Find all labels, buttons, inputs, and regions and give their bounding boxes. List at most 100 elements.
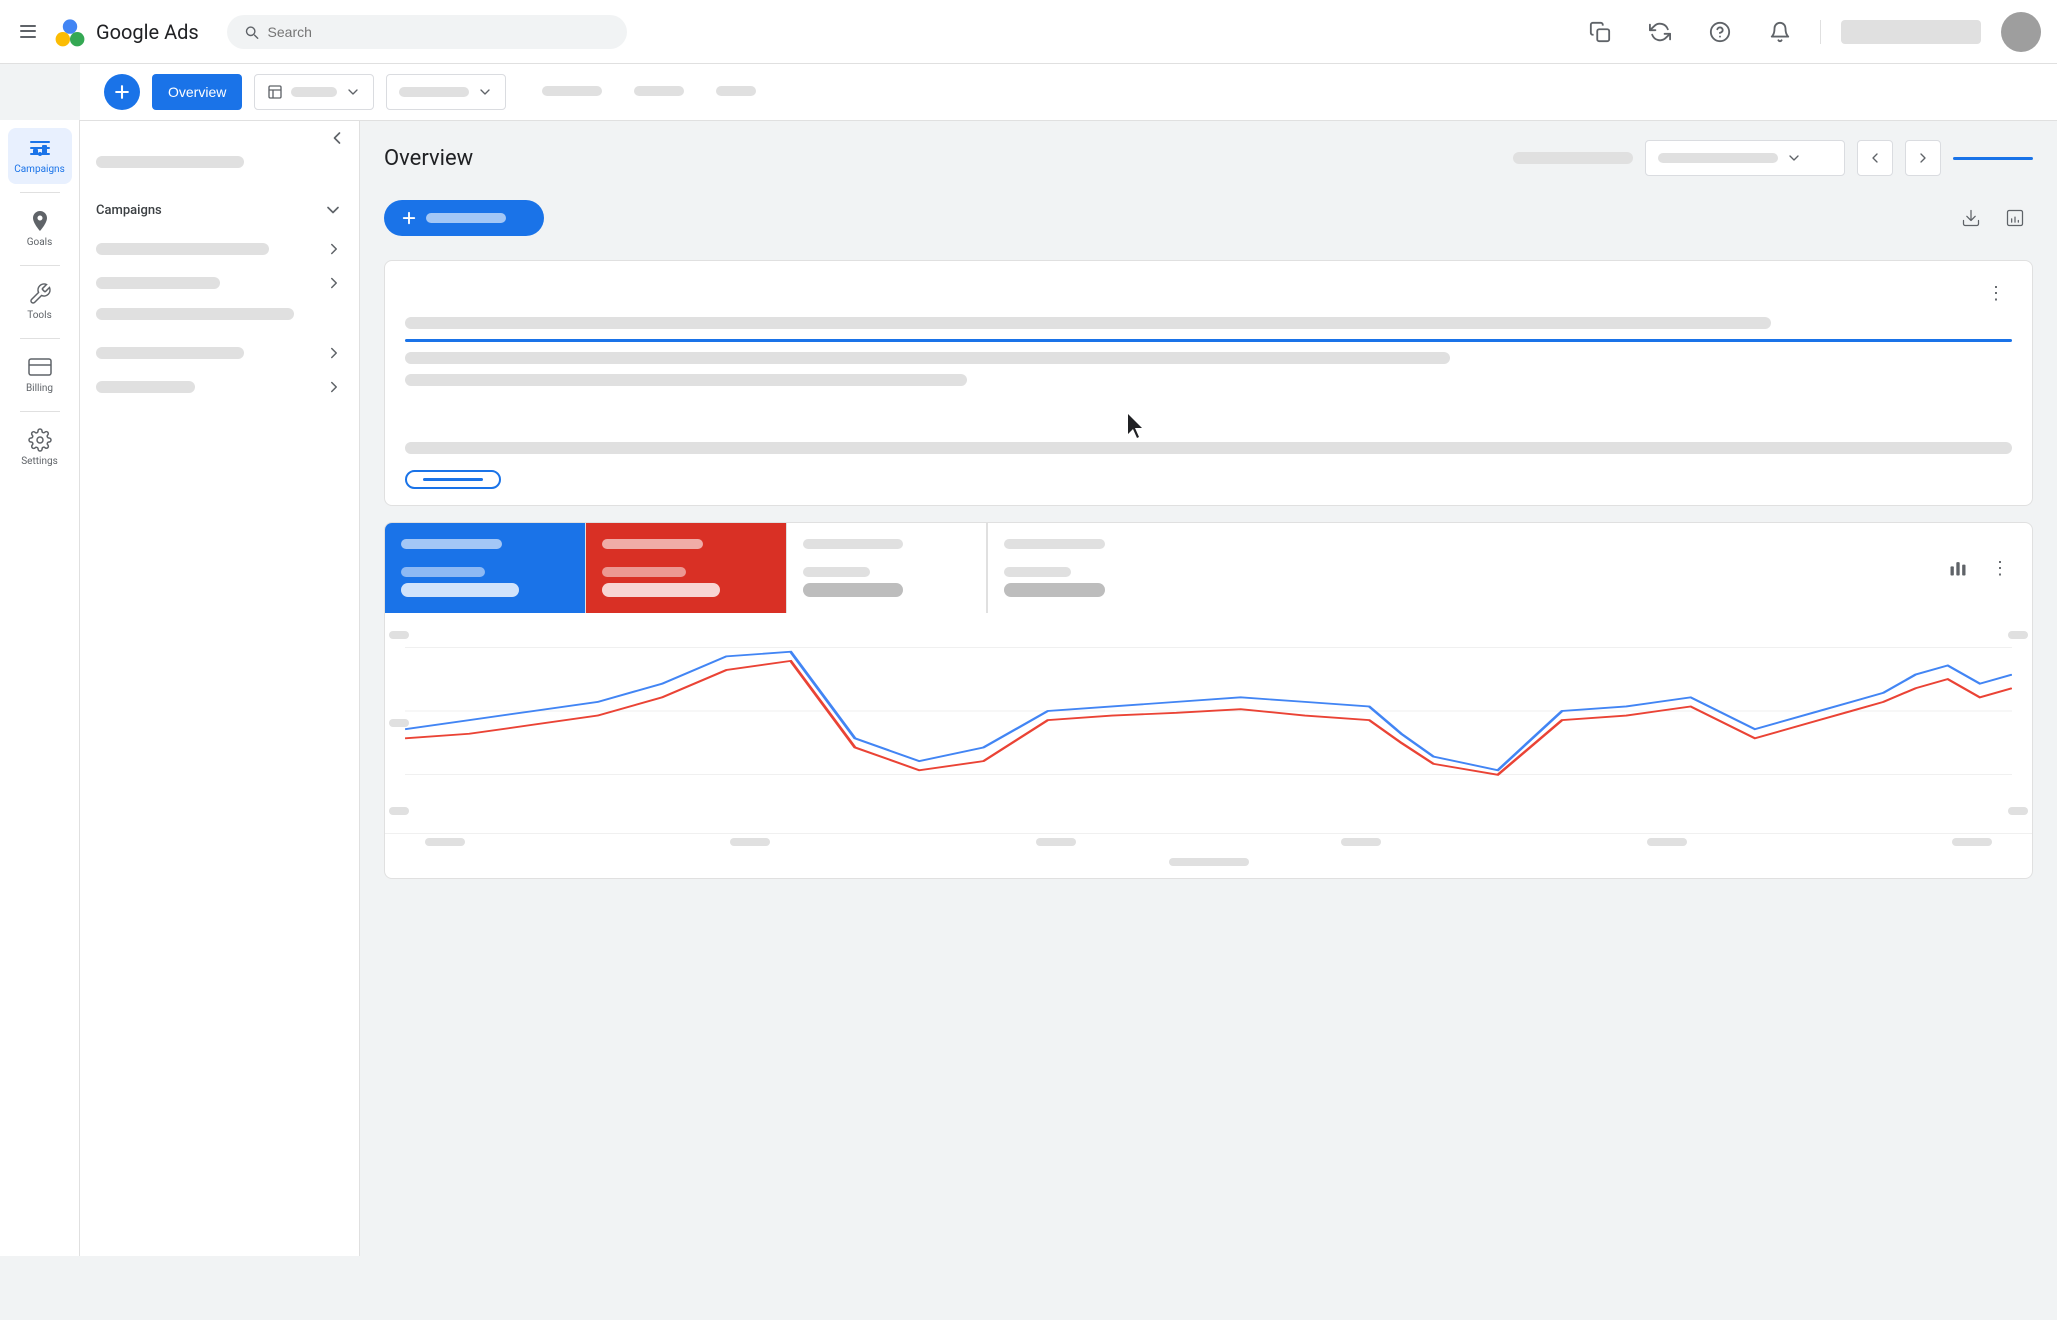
report-icon xyxy=(2005,208,2025,228)
sidebar-item-campaigns[interactable]: Campaigns xyxy=(8,128,72,184)
prev-date-btn[interactable] xyxy=(1857,140,1893,176)
notifications-icon-btn[interactable] xyxy=(1760,12,1800,52)
bell-icon xyxy=(1769,21,1791,43)
top-nav: Google Ads xyxy=(0,0,2057,64)
y-label-bottom-left xyxy=(389,807,409,815)
tab-placeholder-1[interactable] xyxy=(526,64,618,120)
y-label-top-left xyxy=(389,631,409,639)
red-line xyxy=(405,661,2012,775)
x-label-3 xyxy=(1036,838,1076,846)
help-icon xyxy=(1709,21,1731,43)
chevron-down-icon-2 xyxy=(477,84,493,100)
panel-item-4[interactable] xyxy=(80,370,359,404)
nav-divider xyxy=(1820,20,1821,44)
x-label-4 xyxy=(1341,838,1381,846)
metric-ph-w1-2 xyxy=(803,583,903,597)
sidebar-settings-label: Settings xyxy=(21,456,58,468)
metric-tile-white-1[interactable] xyxy=(787,523,987,613)
chart-type-btn[interactable] xyxy=(1940,550,1976,586)
card1-ph-line-4 xyxy=(405,442,2012,454)
x-label-5 xyxy=(1647,838,1687,846)
x-label-1 xyxy=(425,838,465,846)
card1-lines xyxy=(405,317,2012,386)
cursor-icon xyxy=(1128,414,1148,438)
search-input[interactable] xyxy=(268,24,611,40)
chevron-down-icon-1 xyxy=(345,84,361,100)
help-icon-btn[interactable] xyxy=(1700,12,1740,52)
copy-icon-btn[interactable] xyxy=(1580,12,1620,52)
metric-tile-red[interactable] xyxy=(586,523,786,613)
metric-tile-blue-values xyxy=(401,567,569,597)
metric-tile-white-2[interactable] xyxy=(988,523,1188,613)
refresh-icon-btn[interactable] xyxy=(1640,12,1680,52)
account-name-placeholder[interactable] xyxy=(1841,20,1981,44)
dropdown2[interactable] xyxy=(386,74,506,110)
metric-tile-blue[interactable] xyxy=(385,523,585,613)
metric-title-w1 xyxy=(803,539,903,549)
download-btn[interactable] xyxy=(1953,200,1989,236)
sub-tabs xyxy=(526,64,772,120)
overview-title: Overview xyxy=(384,146,473,171)
tab-placeholder-2[interactable] xyxy=(618,64,700,120)
download-icon xyxy=(1961,208,1981,228)
search-icon xyxy=(243,23,260,41)
chip-btn[interactable] xyxy=(405,470,501,489)
x-axis xyxy=(385,833,2032,854)
refresh-icon xyxy=(1649,21,1671,43)
card1-ph-line-2 xyxy=(405,352,1450,364)
panel-item-2[interactable] xyxy=(80,266,359,300)
insight-tab-indicator xyxy=(1953,157,2033,160)
card1-ph-line-1 xyxy=(405,317,1771,329)
panel-ph-row-2 xyxy=(80,308,359,336)
hamburger-menu[interactable] xyxy=(16,20,40,44)
sidebar-item-billing[interactable]: Billing xyxy=(8,347,72,403)
settings-icon xyxy=(28,428,52,452)
metric-tile-w1-values xyxy=(803,567,970,597)
overview-btn[interactable]: Overview xyxy=(152,74,242,110)
panel-collapse-btn[interactable] xyxy=(80,120,359,156)
metric-tile-red-header xyxy=(602,539,770,549)
nav-right xyxy=(1580,12,2041,52)
search-bar[interactable] xyxy=(227,15,627,49)
dropdown1[interactable] xyxy=(254,74,374,110)
location-icon xyxy=(267,84,283,100)
sidebar-separator-4 xyxy=(20,411,60,412)
metric-tile-w2-header xyxy=(1004,539,1172,549)
sidebar-item-goals[interactable]: Goals xyxy=(8,201,72,257)
google-ads-logo-icon xyxy=(52,14,88,50)
sidebar-item-settings[interactable]: Settings xyxy=(8,420,72,476)
sidebar-separator-3 xyxy=(20,338,60,339)
chevron-right-icon-3 xyxy=(325,344,343,362)
report-icon-btn[interactable] xyxy=(1997,200,2033,236)
metric-ph-w2-1 xyxy=(1004,567,1071,577)
panel-campaigns-header[interactable]: Campaigns xyxy=(80,188,359,232)
date-picker-btn[interactable] xyxy=(1645,140,1845,176)
metric-ph-w1-1 xyxy=(803,567,870,577)
y-label-top-right xyxy=(2008,631,2028,639)
chevron-down-panel-icon xyxy=(323,200,343,220)
chevron-down-date-icon xyxy=(1786,150,1802,166)
overview-controls xyxy=(1513,140,2033,176)
card2-more-btn[interactable]: ⋮ xyxy=(1984,552,2016,584)
card-overview-stats: ⋮ xyxy=(384,260,2033,506)
x-label-2 xyxy=(730,838,770,846)
panel-campaigns-label: Campaigns xyxy=(96,203,162,218)
add-campaign-btn[interactable] xyxy=(384,200,544,236)
chevron-right-icon-1 xyxy=(325,240,343,258)
x-center-ph xyxy=(1169,858,1249,866)
chevron-right-icon-2 xyxy=(325,274,343,292)
metric-title-red xyxy=(602,539,703,549)
panel-item-1[interactable] xyxy=(80,232,359,266)
user-avatar[interactable] xyxy=(2001,12,2041,52)
sidebar-item-tools[interactable]: Tools xyxy=(8,274,72,330)
panel-item-3[interactable] xyxy=(80,336,359,370)
create-plus-btn[interactable] xyxy=(104,74,140,110)
next-date-btn[interactable] xyxy=(1905,140,1941,176)
chevron-left-icon xyxy=(327,128,347,148)
tab-placeholder-3[interactable] xyxy=(700,64,772,120)
card1-more-btn[interactable]: ⋮ xyxy=(1980,277,2012,309)
metric-ph-w2-2 xyxy=(1004,583,1105,597)
action-icons xyxy=(1953,200,2033,236)
chip-line xyxy=(423,478,483,481)
sidebar-tools-label: Tools xyxy=(27,310,51,322)
